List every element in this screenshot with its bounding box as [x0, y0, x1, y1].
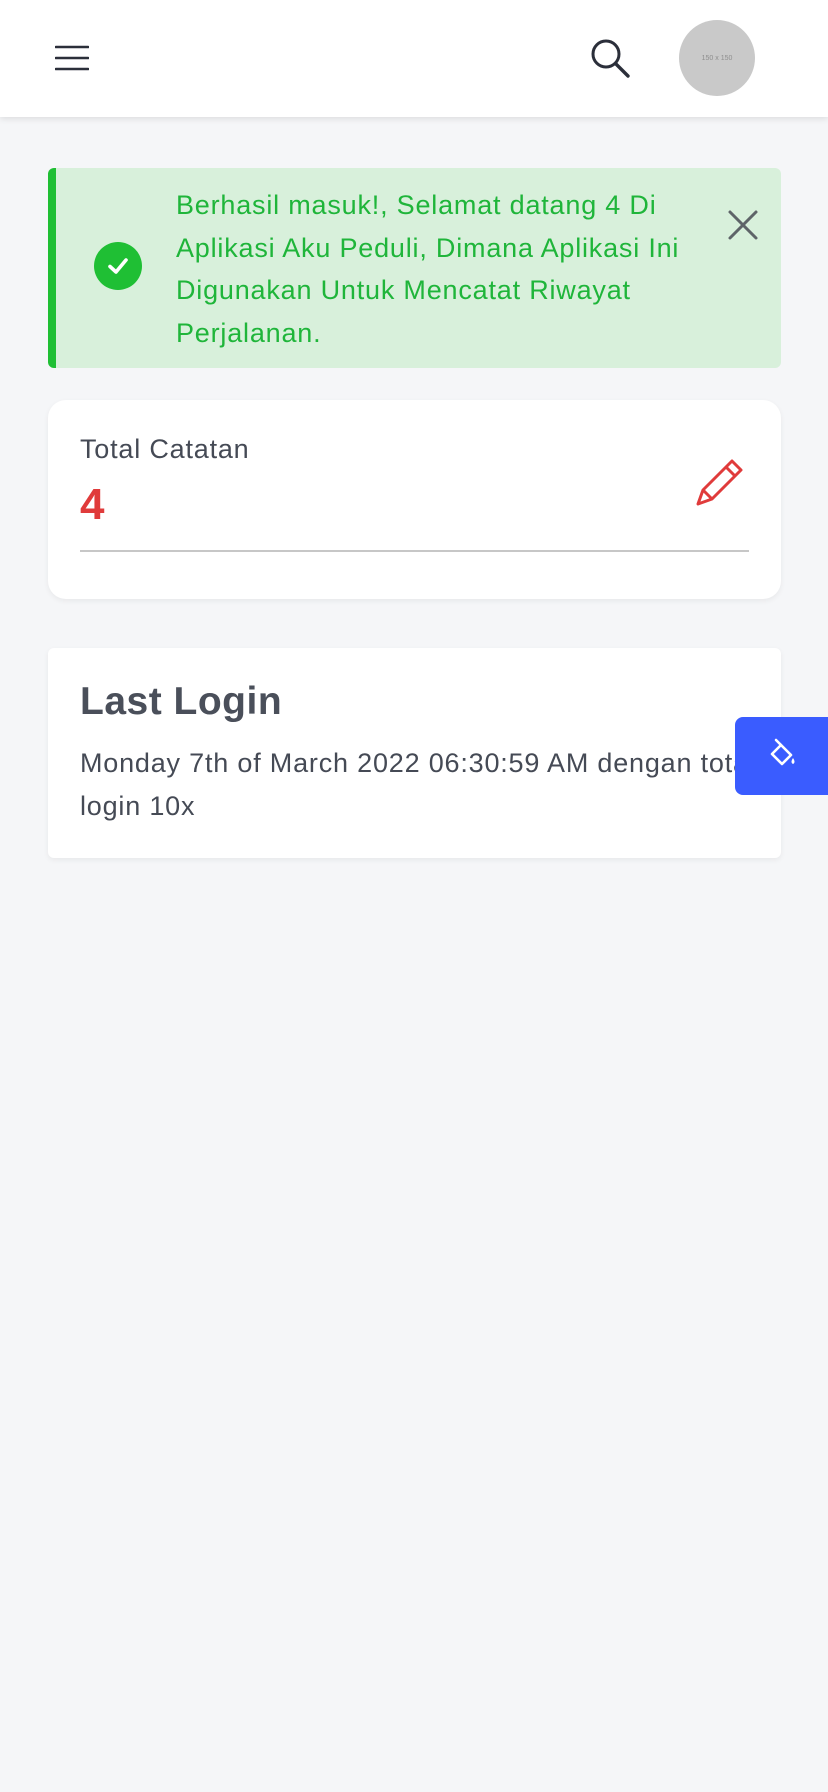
last-login-text: Monday 7th of March 2022 06:30:59 AM den…: [80, 748, 756, 821]
divider: [80, 550, 749, 552]
check-circle-icon: [94, 242, 142, 290]
avatar[interactable]: 150 x 150: [679, 20, 755, 96]
total-catatan-card: Total Catatan 4: [48, 400, 781, 599]
total-catatan-label: Total Catatan: [80, 434, 250, 464]
paint-bucket-icon: [766, 738, 798, 775]
avatar-placeholder-text: 150 x 150: [701, 54, 733, 62]
hamburger-menu-icon[interactable]: [48, 38, 96, 78]
last-login-card: Last Login Monday 7th of March 2022 06:3…: [48, 648, 781, 858]
close-icon[interactable]: [720, 202, 766, 248]
alert-message: Berhasil masuk!, Selamat datang 4 Di Apl…: [176, 190, 680, 348]
pencil-icon: [694, 454, 748, 508]
top-navbar: 150 x 150: [0, 0, 828, 117]
last-login-title: Last Login: [80, 680, 283, 723]
search-icon[interactable]: [584, 32, 636, 84]
success-alert: Berhasil masuk!, Selamat datang 4 Di Apl…: [48, 168, 781, 368]
theme-customizer-button[interactable]: [735, 717, 828, 795]
total-catatan-value: 4: [80, 480, 105, 529]
